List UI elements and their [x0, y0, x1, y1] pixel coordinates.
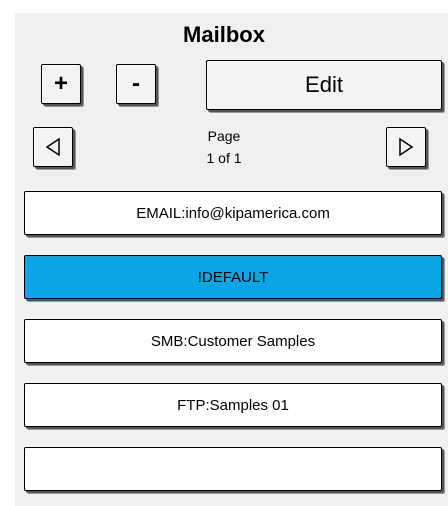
- triangle-right-icon: [398, 137, 414, 157]
- mailbox-item-email[interactable]: EMAIL:info@kipamerica.com: [24, 191, 442, 235]
- mailbox-item-ftp[interactable]: FTP:Samples 01: [24, 383, 442, 427]
- page-title: Mailbox: [183, 22, 265, 47]
- edit-button[interactable]: Edit: [206, 60, 442, 110]
- page-label: Page: [207, 128, 241, 144]
- mailbox-item-smb[interactable]: SMB:Customer Samples: [24, 319, 442, 363]
- next-page-button[interactable]: [386, 127, 426, 167]
- previous-page-button[interactable]: [33, 127, 73, 167]
- add-mailbox-button[interactable]: +: [41, 64, 81, 104]
- mailbox-item-empty[interactable]: [24, 447, 442, 491]
- remove-mailbox-button[interactable]: -: [116, 64, 156, 104]
- mailbox-item-default[interactable]: !DEFAULT: [24, 255, 442, 299]
- page-count: 1 of 1: [206, 150, 242, 166]
- triangle-left-icon: [45, 137, 61, 157]
